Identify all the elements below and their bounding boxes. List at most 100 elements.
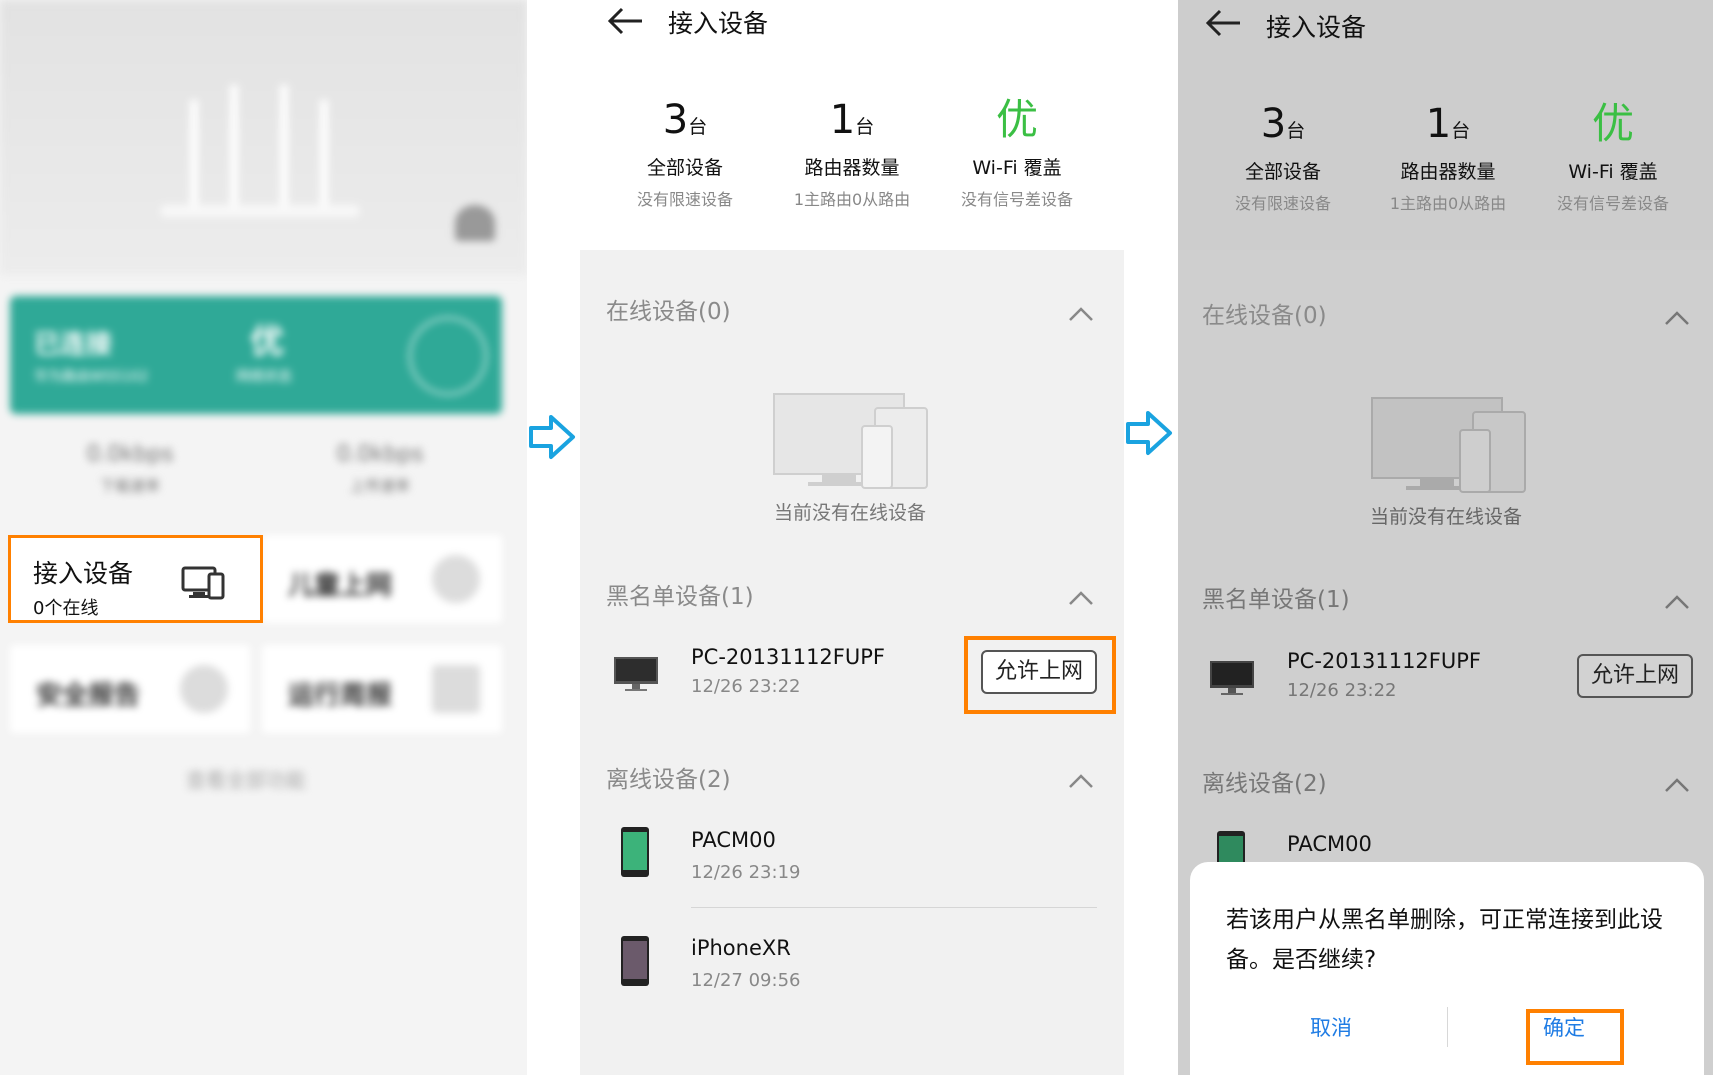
brand-logo-icon	[455, 205, 495, 241]
empty-state-text: 当前没有在线设备	[774, 502, 927, 524]
tile-weekly[interactable]: 运行周报	[262, 645, 502, 733]
blacklist-device-name: PC-20131112FUPF	[1287, 649, 1481, 673]
page-title: 接入设备	[668, 9, 769, 38]
confirm-dialog-panel: 接入设备 3台 全部设备 没有限速设备 1台 路由器数量 1主路由0从路由 优 …	[1178, 0, 1713, 1075]
stat-value: 优	[1591, 99, 1634, 148]
blacklist-section-title: 黑名单设备(1)	[1202, 587, 1350, 613]
tile-kids-label: 儿童上网	[288, 571, 393, 601]
offline-device-name: PACM00	[691, 828, 776, 852]
iphone-icon	[621, 936, 649, 986]
online-section-title: 在线设备(0)	[1202, 303, 1327, 329]
stat-sub: 没有信号差设备	[1556, 194, 1669, 213]
report-icon	[432, 665, 480, 713]
offline-device-name: iPhoneXR	[691, 936, 791, 960]
stat-sub: 1主路由0从路由	[793, 190, 911, 209]
stat-value: 1	[829, 97, 856, 143]
chevron-up-icon[interactable]	[1068, 306, 1094, 322]
blacklist-device-time: 12/26 23:22	[691, 676, 801, 697]
tile-security[interactable]: 安全报告	[10, 645, 250, 733]
router-icon	[160, 85, 360, 217]
back-arrow-icon[interactable]	[1206, 8, 1242, 38]
download-speed-label: 下载速率	[99, 477, 160, 495]
device-header: 接入设备 3台 全部设备 没有限速设备 1台 路由器数量 1主路由0从路由 优 …	[1178, 0, 1713, 250]
stat-sub: 没有信号差设备	[960, 190, 1073, 209]
stat-value: 3	[662, 97, 689, 143]
blacklist-device-time: 12/26 23:22	[1287, 680, 1397, 701]
offline-device-time: 12/26 23:19	[691, 862, 801, 883]
upload-speed: 0.0kbps 上传速率	[280, 442, 480, 496]
stat-label: 路由器数量	[804, 157, 900, 179]
offline-device-name: PACM00	[1287, 832, 1372, 856]
no-devices-illustration-icon	[1371, 397, 1526, 493]
chevron-up-icon[interactable]	[1664, 777, 1690, 793]
android-phone-icon	[621, 827, 649, 877]
download-speed-value: 0.0kbps	[86, 442, 174, 467]
dialog-message: 若该用户从黑名单删除，可正常连接到此设备。是否继续?	[1226, 907, 1663, 973]
all-features-link[interactable]: 查看全部功能	[186, 764, 306, 793]
cancel-button[interactable]: 取消	[1310, 1012, 1352, 1042]
stat-label: Wi-Fi 覆盖	[1568, 161, 1658, 183]
chevron-up-icon[interactable]	[1068, 773, 1094, 789]
online-section-title: 在线设备(0)	[606, 299, 731, 325]
stat-wifi-coverage[interactable]: 优 Wi-Fi 覆盖 没有信号差设备	[932, 95, 1102, 210]
desktop-computer-icon	[1210, 661, 1254, 695]
chevron-up-icon[interactable]	[1664, 594, 1690, 610]
stat-unit: 台	[688, 116, 708, 138]
blacklist-section-title: 黑名单设备(1)	[606, 584, 754, 610]
access-devices-count: 0个在线	[33, 598, 99, 619]
stat-label: 路由器数量	[1400, 161, 1496, 183]
home-screen-panel: 已连接 华为路由WS5102 优 网络状态 0.0kbps 下载速率 0.0kb…	[0, 0, 527, 1075]
stat-routers[interactable]: 1台 路由器数量 1主路由0从路由	[1363, 99, 1533, 214]
stat-unit: 台	[1451, 120, 1471, 142]
chevron-up-icon[interactable]	[1068, 590, 1094, 606]
router-hero	[0, 0, 527, 275]
stat-unit: 台	[1286, 120, 1306, 142]
stat-label: 全部设备	[646, 157, 723, 179]
next-step-arrow-icon	[1126, 411, 1172, 455]
stat-sub: 没有限速设备	[636, 190, 733, 209]
shield-icon	[180, 665, 228, 713]
stat-wifi-coverage[interactable]: 优 Wi-Fi 覆盖 没有信号差设备	[1528, 99, 1698, 214]
stat-label: Wi-Fi 覆盖	[972, 157, 1062, 179]
stat-label: 全部设备	[1244, 161, 1321, 183]
quality-value: 优	[250, 322, 284, 362]
stat-sub: 没有限速设备	[1234, 194, 1331, 213]
allow-internet-button[interactable]: 允许上网	[1577, 654, 1693, 698]
devices-icon	[181, 566, 225, 600]
stat-value: 3	[1260, 101, 1287, 147]
stat-value: 优	[995, 95, 1038, 144]
kids-icon	[432, 555, 480, 603]
tile-security-label: 安全报告	[36, 681, 141, 711]
stat-all-devices[interactable]: 3台 全部设备 没有限速设备	[600, 95, 770, 210]
connected-sub: 华为路由WS5102	[34, 369, 149, 385]
offline-device-time: 12/27 09:56	[691, 970, 801, 991]
stat-unit: 台	[855, 116, 875, 138]
download-speed: 0.0kbps 下载速率	[30, 442, 230, 496]
offline-section-title: 离线设备(2)	[1202, 771, 1327, 797]
connected-title: 已连接	[34, 330, 113, 360]
device-header: 接入设备 3台 全部设备 没有限速设备 1台 路由器数量 1主路由0从路由 优 …	[580, 0, 1124, 250]
upload-speed-value: 0.0kbps	[336, 442, 424, 467]
desktop-computer-icon	[614, 657, 658, 691]
stat-all-devices[interactable]: 3台 全部设备 没有限速设备	[1198, 99, 1368, 214]
no-devices-illustration-icon	[773, 393, 928, 489]
upload-speed-label: 上传速率	[349, 477, 410, 495]
next-step-arrow-icon	[529, 415, 575, 459]
back-arrow-icon[interactable]	[608, 6, 644, 36]
scan-icon	[408, 316, 488, 396]
access-devices-title: 接入设备	[33, 559, 134, 588]
tile-weekly-label: 运行周报	[288, 681, 393, 711]
device-list-panel: 接入设备 3台 全部设备 没有限速设备 1台 路由器数量 1主路由0从路由 优 …	[580, 0, 1124, 1075]
stat-sub: 1主路由0从路由	[1389, 194, 1507, 213]
chevron-up-icon[interactable]	[1664, 310, 1690, 326]
dialog-button-divider	[1447, 1007, 1448, 1047]
blacklist-device-name: PC-20131112FUPF	[691, 645, 885, 669]
highlight-box	[1526, 1009, 1624, 1065]
stat-routers[interactable]: 1台 路由器数量 1主路由0从路由	[767, 95, 937, 210]
tile-kids[interactable]: 儿童上网	[262, 535, 502, 623]
status-card[interactable]: 已连接 华为路由WS5102 优 网络状态	[10, 296, 502, 414]
empty-state-text: 当前没有在线设备	[1370, 506, 1523, 528]
access-devices-tile[interactable]: 接入设备 0个在线	[8, 535, 263, 623]
list-divider	[691, 907, 1097, 908]
highlight-box	[964, 636, 1116, 714]
